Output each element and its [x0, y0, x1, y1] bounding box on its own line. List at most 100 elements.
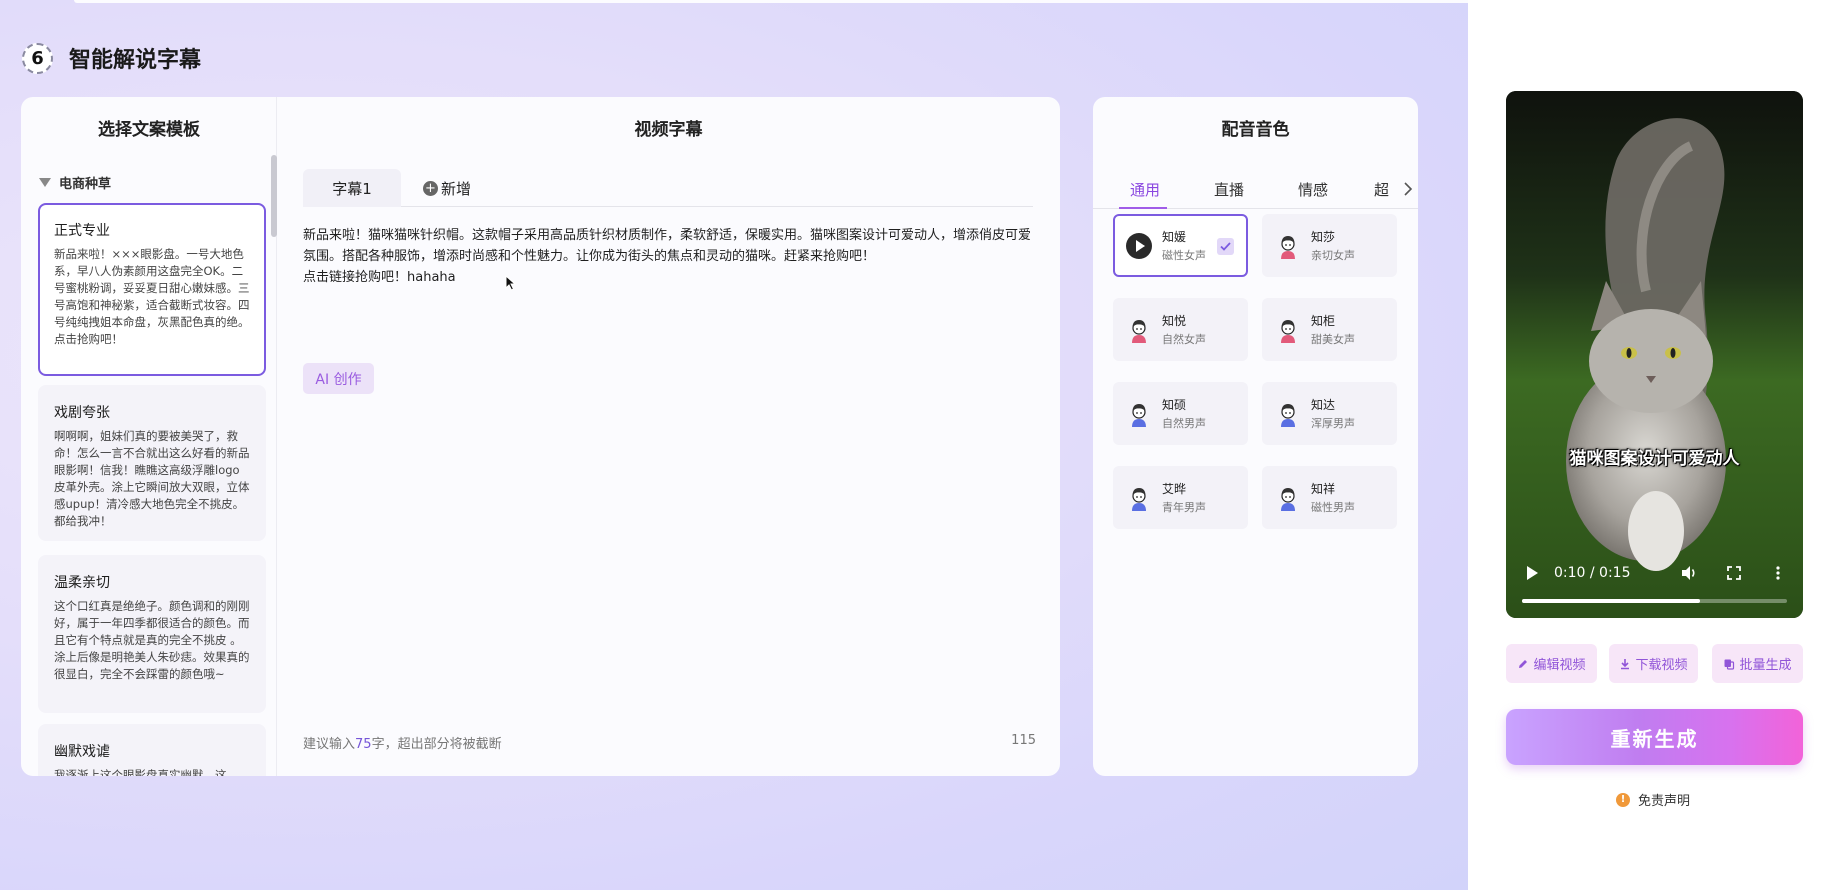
step-number-badge: 6 [22, 42, 53, 74]
voice-name: 知达 [1311, 398, 1336, 412]
voice-card[interactable]: 知莎 亲切女声 [1262, 214, 1397, 277]
template-card-text: 啊啊啊，姐妹们真的要被美哭了，救命！怎么一言不合就出这么好看的新品眼影啊！信我！… [54, 429, 250, 528]
regenerate-button[interactable]: 重新生成 [1506, 709, 1803, 765]
template-column-title: 选择文案模板 [98, 120, 200, 140]
script-panel: 选择文案模板 电商种草 正式专业 新品来啦！×××眼影盘。一号大地色系，早八人伪… [21, 97, 1060, 776]
voice-card[interactable]: 知祥 磁性男声 [1262, 466, 1397, 529]
template-card-text: 这个口红真是绝绝子。颜色调和的刚刚好，属于一年四季都很适合的颜色。而且它有个特点… [54, 599, 250, 681]
voice-description: 磁性男声 [1311, 501, 1355, 514]
add-subtitle-tab[interactable]: + 新增 [423, 169, 471, 207]
template-card-formal[interactable]: 正式专业 新品来啦！×××眼影盘。一号大地色系，早八人伪素颜用这盘完全OK。二号… [38, 203, 266, 376]
template-card-humor[interactable]: 幽默戏谑 我逐渐上这个眼影盘真实幽默，这 [38, 724, 266, 776]
template-card-gentle[interactable]: 温柔亲切 这个口红真是绝绝子。颜色调和的刚刚好，属于一年四季都很适合的颜色。而且… [38, 555, 266, 713]
voice-info: 知达 浑厚男声 [1311, 396, 1355, 431]
template-card-name: 正式专业 [54, 223, 110, 239]
disclaimer-label: 免责声明 [1638, 794, 1691, 809]
batch-generate-label: 批量生成 [1739, 658, 1792, 673]
voice-card[interactable]: 知硕 自然男声 [1113, 382, 1248, 445]
subtitle-textarea[interactable]: 新品来啦！猫咪猫咪针织帽。这款帽子采用高品质针织材质制作，柔软舒适，保暖实用。猫… [303, 225, 1037, 288]
pencil-icon [1519, 659, 1528, 668]
template-card-text: 我逐渐上这个眼影盘真实幽默，这 [54, 768, 227, 776]
template-card-name: 温柔亲切 [54, 575, 110, 591]
hint-number: 75 [355, 737, 372, 752]
previous-section-edge [74, 0, 1468, 3]
avatar-icon [1132, 487, 1146, 511]
copy-icon [1724, 659, 1735, 670]
template-list: 正式专业 新品来啦！×××眼影盘。一号大地色系，早八人伪素颜用这盘完全OK。二号… [38, 203, 266, 776]
subtitle-tabs: 字幕1 + 新增 [303, 169, 1033, 207]
voice-card[interactable]: 知媛 磁性女声 [1113, 214, 1248, 277]
avatar-icon [1132, 319, 1146, 343]
voice-name: 知悦 [1162, 314, 1187, 328]
download-video-label: 下载视频 [1635, 658, 1688, 673]
volume-icon[interactable] [1679, 563, 1699, 583]
template-card-text: 新品来啦！×××眼影盘。一号大地色系，早八人伪素颜用这盘完全OK。二号蜜桃粉调，… [54, 247, 250, 346]
disclaimer-link[interactable]: ! 免责声明 [1616, 790, 1690, 809]
avatar-icon [1281, 403, 1295, 427]
edit-video-button[interactable]: 编辑视频 [1506, 644, 1597, 683]
active-tab-underline [1119, 207, 1167, 209]
character-count: 115 [1011, 733, 1036, 748]
voice-info: 知柜 甜美女声 [1311, 312, 1355, 347]
tab-live[interactable]: 直播 [1214, 179, 1244, 200]
voice-description: 甜美女声 [1311, 333, 1355, 346]
voice-card[interactable]: 艾晔 青年男声 [1113, 466, 1248, 529]
voice-info: 知悦 自然女声 [1162, 312, 1206, 347]
voice-category-tabs: 通用 直播 情感 超 [1093, 169, 1418, 209]
voice-name: 知硕 [1162, 398, 1187, 412]
template-card-name: 幽默戏谑 [54, 744, 110, 760]
template-card-dramatic[interactable]: 戏剧夸张 啊啊啊，姐妹们真的要被美哭了，救命！怎么一言不合就出这么好看的新品眼影… [38, 385, 266, 541]
subtitle-column-title: 视频字幕 [634, 120, 703, 140]
voice-name: 知媛 [1162, 230, 1187, 244]
collapse-triangle-icon [39, 178, 51, 187]
chevron-right-icon[interactable] [1403, 181, 1413, 197]
avatar-icon [1132, 403, 1146, 427]
tab-subtitle-1[interactable]: 字幕1 [303, 169, 401, 207]
template-group-label: 电商种草 [59, 177, 112, 192]
tab-emotion[interactable]: 情感 [1298, 179, 1328, 200]
voice-description: 亲切女声 [1311, 249, 1355, 262]
voice-name: 知柜 [1311, 314, 1336, 328]
hint-suffix: 字，超出部分将被截断 [371, 737, 502, 752]
cat-video-frame [1506, 91, 1803, 618]
more-options-icon[interactable] [1768, 563, 1788, 583]
mouse-cursor-icon [505, 275, 517, 291]
subtitle-column: 视频字幕 字幕1 + 新增 新品来啦！猫咪猫咪针织帽。这款帽子采用高品质针织材质… [277, 97, 1060, 776]
voice-description: 自然男声 [1162, 417, 1206, 430]
voice-card[interactable]: 知达 浑厚男声 [1262, 382, 1397, 445]
avatar-icon [1281, 235, 1295, 259]
play-circle-icon[interactable] [1125, 232, 1153, 260]
batch-generate-button[interactable]: 批量生成 [1712, 644, 1803, 683]
subtitle-text-line: 点击链接抢购吧！hahaha [303, 270, 456, 285]
voice-description: 浑厚男声 [1311, 417, 1355, 430]
voice-name: 知祥 [1311, 482, 1336, 496]
voice-description: 磁性女声 [1162, 249, 1206, 262]
voice-panel: 配音音色 通用 直播 情感 超 知媛 磁性女声 知莎 亲切女声 知悦 自然女声 知柜 甜美女声… [1093, 97, 1418, 776]
hint-prefix: 建议输入 [303, 737, 356, 752]
ai-create-button[interactable]: AI 创作 [303, 363, 374, 394]
download-video-button[interactable]: 下载视频 [1609, 644, 1698, 683]
add-subtitle-label: 新增 [441, 179, 472, 198]
warning-icon: ! [1616, 792, 1630, 807]
template-group-header[interactable]: 电商种草 [39, 173, 111, 192]
voice-info: 艾晔 青年男声 [1162, 480, 1206, 515]
fullscreen-icon[interactable] [1724, 563, 1744, 583]
avatar-icon [1281, 319, 1295, 343]
subtitle-text-line: 新品来啦！猫咪猫咪针织帽。这款帽子采用高品质针织材质制作，柔软舒适，保暖实用。猫… [303, 228, 1032, 264]
tab-general[interactable]: 通用 [1130, 179, 1160, 200]
voice-info: 知硕 自然男声 [1162, 396, 1206, 431]
checkmark-icon [1217, 238, 1234, 255]
voice-card[interactable]: 知悦 自然女声 [1113, 298, 1248, 361]
template-column: 选择文案模板 电商种草 正式专业 新品来啦！×××眼影盘。一号大地色系，早八人伪… [21, 97, 277, 776]
play-icon[interactable] [1522, 563, 1542, 583]
video-progress-bar[interactable] [1522, 599, 1787, 603]
download-icon [1621, 658, 1630, 669]
tab-more[interactable]: 超 [1374, 179, 1389, 200]
voice-card[interactable]: 知柜 甜美女声 [1262, 298, 1397, 361]
plus-circle-icon: + [423, 180, 438, 196]
voice-name: 知莎 [1311, 230, 1336, 244]
workspace-background: 6 智能解说字幕 选择文案模板 电商种草 正式专业 新品来啦！×××眼影盘。一号… [0, 0, 1468, 890]
voice-info: 知莎 亲切女声 [1311, 228, 1355, 263]
video-controls: 0:10 / 0:15 [1506, 551, 1803, 618]
video-player[interactable]: 猫咪图案设计可爱动人 0:10 / 0:15 [1506, 91, 1803, 618]
